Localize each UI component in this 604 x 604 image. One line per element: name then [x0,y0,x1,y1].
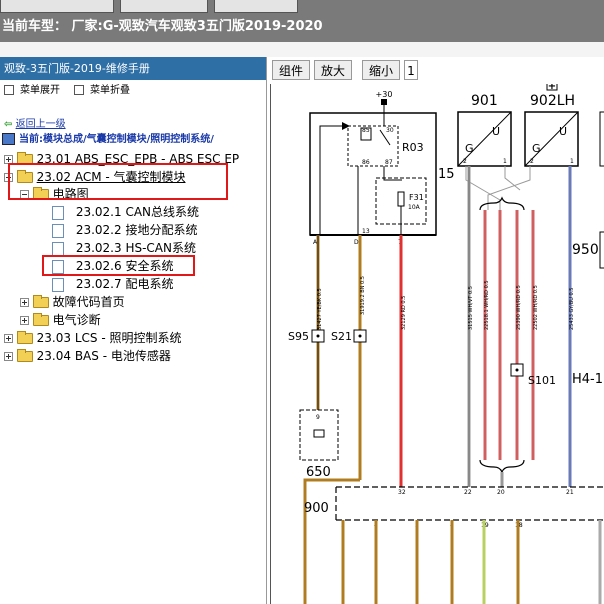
tree-item-lcs[interactable]: 23.03 LCS - 照明控制系统 [4,329,181,347]
plus30-label: +30 [376,90,393,99]
collapse-all-button[interactable]: 菜单折叠 [74,82,130,100]
top-tab-1[interactable] [0,0,114,13]
tree-item-power[interactable]: 23.02.7 配电系统 [52,275,173,293]
back-arrow-icon: ⇦ [4,119,13,130]
svg-text:U: U [559,125,567,138]
svg-text:22518.1 WH/RD 0.5: 22518.1 WH/RD 0.5 [484,280,490,330]
document-icon [52,277,64,292]
svg-text:25390 WH/RD 0.5: 25390 WH/RD 0.5 [516,285,522,330]
document-icon [52,223,64,238]
zoom-out-button[interactable]: 缩小 [362,60,400,80]
tree-item-ground[interactable]: 23.02.2 接地分配系统 [52,221,197,239]
folder-icon [32,313,49,326]
svg-text:22502 WH/RD 0.5: 22502 WH/RD 0.5 [533,285,539,330]
top-tab-2[interactable] [120,0,208,13]
folder-icon [16,331,33,344]
svg-text:D: D [354,239,359,246]
tree-item-dtc[interactable]: 故障代码首页 [20,293,125,311]
svg-text:85: 85 [362,127,370,134]
document-icon [52,205,64,220]
splice-s21-label: S21 [331,330,352,343]
zoom-in-button[interactable]: 放大 [314,60,352,80]
svg-text:22: 22 [464,489,472,496]
tree-item-diag[interactable]: 电气诊断 [20,311,101,329]
splice-s95-label: S95 [288,330,309,343]
wiring-diagram: +30 85 30 86 87 R03 F31 10A 15 A D 13 7 … [270,84,604,604]
expand-toggle-icon[interactable] [4,352,13,361]
terminal-15-label: 15 [438,167,455,182]
acm-module-box [309,112,437,236]
svg-text:F31: F31 [409,193,424,202]
folder-icon [16,349,33,362]
svg-text:2: 2 [530,158,534,165]
svg-text:25433 GY/BU 0.5: 25433 GY/BU 0.5 [569,288,575,331]
svg-text:20: 20 [497,489,505,496]
svg-text:G: G [465,142,474,155]
svg-text:9: 9 [316,414,320,421]
svg-text:87: 87 [385,159,393,166]
folder-icon [32,295,49,308]
connector-h4-label: H4-1 [572,372,603,387]
component-650-label: 650 [306,465,331,480]
expand-all-button[interactable]: 菜单展开 [4,82,60,100]
current-path: 当前:模块总成/气囊控制模块/照明控制系统/ [2,131,214,149]
vehicle-title: 当前车型： 厂家:G-观致汽车观致3五门版2019-2020 [2,19,323,34]
svg-text:U: U [492,125,500,138]
computer-icon [2,133,15,145]
component-950-label: 950 [572,242,599,258]
svg-text:13: 13 [362,228,370,235]
document-icon [52,241,64,256]
expand-toggle-icon[interactable] [4,334,13,343]
relay-label: R03 [402,141,424,154]
components-button[interactable]: 组件 [272,60,310,80]
expand-toggle-icon[interactable] [20,298,29,307]
svg-text:1: 1 [570,158,574,165]
svg-text:30: 30 [386,127,394,134]
svg-text:21: 21 [566,489,574,496]
tree-item-can[interactable]: 23.02.1 CAN总线系统 [52,203,199,221]
expand-toggle-icon[interactable] [20,316,29,325]
svg-text:31515 WH/VT 0.5: 31515 WH/VT 0.5 [468,286,474,330]
highlight-box-acm [8,163,228,200]
svg-text:2: 2 [463,158,467,165]
top-tab-3[interactable] [214,0,298,13]
svg-text:31919.2 BN 0.5: 31919.2 BN 0.5 [360,276,366,315]
svg-text:32: 32 [398,489,406,496]
tree-item-bas[interactable]: 23.04 BAS - 电池传感器 [4,347,171,365]
sensor-902lh-label: 902LH [530,93,575,109]
splice-s101-label: S101 [528,374,556,387]
svg-text:+: + [548,84,556,92]
page-number: 1 [404,60,418,80]
svg-text:1: 1 [503,158,507,165]
svg-text:86: 86 [362,159,370,166]
sidebar-header: 观致-3五门版-2019-维修手册 [0,57,266,80]
highlight-box-safety [42,255,195,276]
top-bar: 当前车型： 厂家:G-观致汽车观致3五门版2019-2020 [0,0,604,42]
grid-icon [74,85,84,95]
svg-text:10A: 10A [408,204,421,211]
svg-text:31427 YE/BK 0.5: 31427 YE/BK 0.5 [317,288,323,330]
svg-text:32129 RD 0.5: 32129 RD 0.5 [401,296,407,330]
sensor-901-label: 901 [471,93,498,109]
grid-icon [4,85,14,95]
module-900-label: 900 [304,501,329,516]
svg-text:G: G [532,142,541,155]
